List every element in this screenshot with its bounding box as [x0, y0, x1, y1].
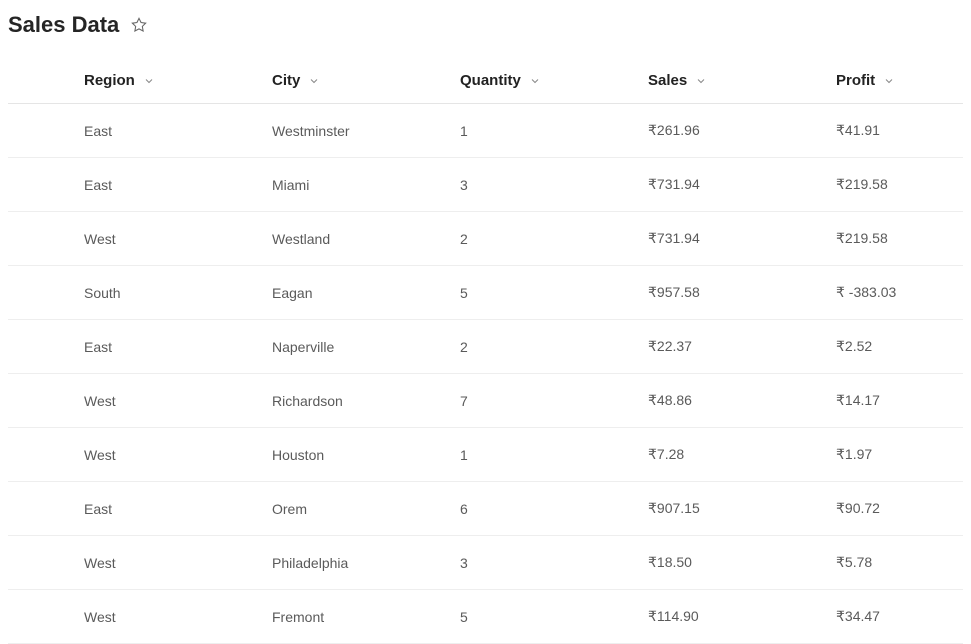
chevron-down-icon — [883, 75, 895, 87]
cell-sales: ₹907.15 — [648, 482, 836, 536]
column-label: Quantity — [460, 72, 521, 89]
cell-sales: ₹18.50 — [648, 536, 836, 590]
cell-region: West — [84, 590, 272, 644]
cell-quantity: 3 — [460, 158, 648, 212]
cell-quantity: 2 — [460, 320, 648, 374]
column-header-profit: Profit — [836, 44, 963, 104]
column-sort-profit[interactable]: Profit — [836, 72, 895, 89]
cell-sales: ₹731.94 — [648, 212, 836, 266]
chevron-down-icon — [529, 75, 541, 87]
cell-sales: ₹48.86 — [648, 374, 836, 428]
column-label: Region — [84, 72, 135, 89]
row-spacer — [8, 104, 84, 158]
cell-profit: ₹219.58 — [836, 158, 963, 212]
page-header: Sales Data — [0, 0, 971, 44]
sales-table: Region City Qu — [8, 44, 963, 644]
table-row[interactable]: EastWestminster1₹261.96₹41.91 — [8, 104, 963, 158]
cell-city: Richardson — [272, 374, 460, 428]
cell-region: South — [84, 266, 272, 320]
cell-sales: ₹957.58 — [648, 266, 836, 320]
cell-city: Miami — [272, 158, 460, 212]
cell-city: Westland — [272, 212, 460, 266]
row-spacer — [8, 320, 84, 374]
row-spacer — [8, 212, 84, 266]
favorite-star-icon[interactable] — [131, 17, 147, 33]
cell-city: Eagan — [272, 266, 460, 320]
cell-region: East — [84, 104, 272, 158]
cell-profit: ₹219.58 — [836, 212, 963, 266]
row-spacer — [8, 374, 84, 428]
cell-profit: ₹5.78 — [836, 536, 963, 590]
cell-quantity: 1 — [460, 428, 648, 482]
header-spacer — [8, 44, 84, 104]
table-row[interactable]: WestRichardson7₹48.86₹14.17 — [8, 374, 963, 428]
cell-region: East — [84, 482, 272, 536]
row-spacer — [8, 158, 84, 212]
row-spacer — [8, 482, 84, 536]
cell-profit: ₹1.97 — [836, 428, 963, 482]
cell-city: Naperville — [272, 320, 460, 374]
table-row[interactable]: EastNaperville2₹22.37₹2.52 — [8, 320, 963, 374]
cell-quantity: 1 — [460, 104, 648, 158]
cell-profit: ₹ -383.03 — [836, 266, 963, 320]
row-spacer — [8, 590, 84, 644]
cell-profit: ₹41.91 — [836, 104, 963, 158]
cell-region: West — [84, 428, 272, 482]
cell-region: West — [84, 374, 272, 428]
row-spacer — [8, 536, 84, 590]
table-row[interactable]: WestPhiladelphia3₹18.50₹5.78 — [8, 536, 963, 590]
cell-region: West — [84, 536, 272, 590]
cell-sales: ₹731.94 — [648, 158, 836, 212]
cell-profit: ₹34.47 — [836, 590, 963, 644]
table-row[interactable]: EastMiami3₹731.94₹219.58 — [8, 158, 963, 212]
cell-quantity: 2 — [460, 212, 648, 266]
column-header-city: City — [272, 44, 460, 104]
cell-quantity: 5 — [460, 590, 648, 644]
cell-quantity: 5 — [460, 266, 648, 320]
cell-region: East — [84, 158, 272, 212]
column-label: Profit — [836, 72, 875, 89]
cell-profit: ₹2.52 — [836, 320, 963, 374]
table-row[interactable]: WestFremont5₹114.90₹34.47 — [8, 590, 963, 644]
cell-region: East — [84, 320, 272, 374]
chevron-down-icon — [143, 75, 155, 87]
cell-profit: ₹14.17 — [836, 374, 963, 428]
cell-city: Orem — [272, 482, 460, 536]
cell-city: Houston — [272, 428, 460, 482]
cell-city: Fremont — [272, 590, 460, 644]
page-title: Sales Data — [8, 12, 119, 38]
table-row[interactable]: SouthEagan5₹957.58₹ -383.03 — [8, 266, 963, 320]
cell-sales: ₹7.28 — [648, 428, 836, 482]
chevron-down-icon — [308, 75, 320, 87]
table-header-row: Region City Qu — [8, 44, 963, 104]
column-sort-region[interactable]: Region — [84, 72, 155, 89]
cell-sales: ₹114.90 — [648, 590, 836, 644]
cell-city: Westminster — [272, 104, 460, 158]
column-header-quantity: Quantity — [460, 44, 648, 104]
column-sort-quantity[interactable]: Quantity — [460, 72, 541, 89]
column-header-region: Region — [84, 44, 272, 104]
cell-quantity: 6 — [460, 482, 648, 536]
column-sort-sales[interactable]: Sales — [648, 72, 707, 89]
column-label: Sales — [648, 72, 687, 89]
row-spacer — [8, 428, 84, 482]
column-sort-city[interactable]: City — [272, 72, 320, 89]
table-row[interactable]: EastOrem6₹907.15₹90.72 — [8, 482, 963, 536]
sales-table-wrap: Region City Qu — [0, 44, 971, 644]
cell-sales: ₹261.96 — [648, 104, 836, 158]
table-row[interactable]: WestWestland2₹731.94₹219.58 — [8, 212, 963, 266]
cell-city: Philadelphia — [272, 536, 460, 590]
chevron-down-icon — [695, 75, 707, 87]
cell-quantity: 7 — [460, 374, 648, 428]
row-spacer — [8, 266, 84, 320]
table-body: EastWestminster1₹261.96₹41.91EastMiami3₹… — [8, 104, 963, 644]
cell-region: West — [84, 212, 272, 266]
cell-profit: ₹90.72 — [836, 482, 963, 536]
cell-quantity: 3 — [460, 536, 648, 590]
column-label: City — [272, 72, 300, 89]
column-header-sales: Sales — [648, 44, 836, 104]
cell-sales: ₹22.37 — [648, 320, 836, 374]
table-row[interactable]: WestHouston1₹7.28₹1.97 — [8, 428, 963, 482]
